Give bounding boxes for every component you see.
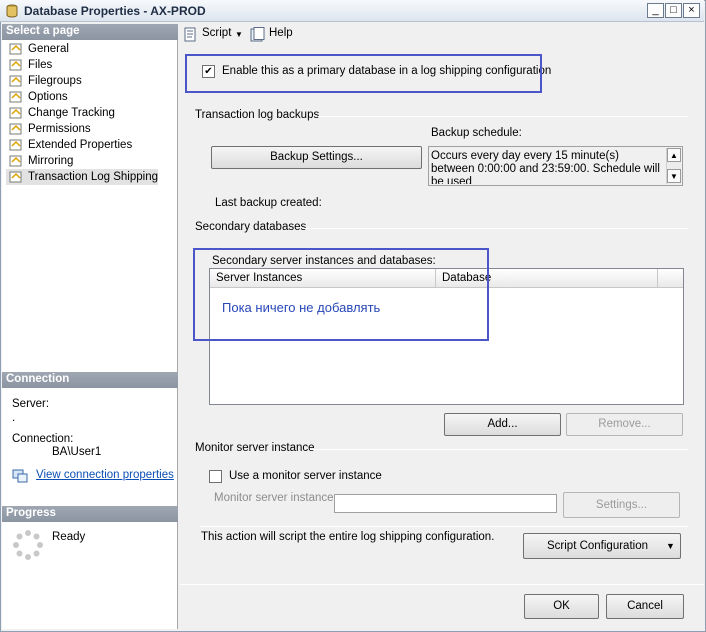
sidebar-item-label: Mirroring — [28, 155, 74, 167]
sidebar-item-label: Options — [28, 91, 68, 103]
connection-label: Connection: — [12, 433, 74, 445]
progress-status: Ready — [52, 531, 86, 543]
schedule-scrollbar[interactable]: ▲ ▼ — [666, 148, 681, 184]
tlog-backups-group-label: Transaction log backups — [195, 109, 320, 121]
help-icon — [250, 27, 265, 42]
bottom-separator — [180, 584, 704, 585]
sidebar-item-files[interactable]: Files — [6, 57, 52, 73]
connection-header: Connection — [2, 372, 178, 388]
sidebar-item-general[interactable]: General — [6, 41, 69, 57]
sidebar-item-label: Transaction Log Shipping — [28, 171, 158, 183]
left-pane: Select a page General Files Filegroups Opti… — [2, 24, 178, 629]
sidebar-item-change-tracking[interactable]: Change Tracking — [6, 105, 115, 121]
backup-schedule-text: Occurs every day every 15 minute(s) betw… — [431, 150, 660, 184]
script-configuration-label: Script Configuration — [547, 540, 648, 552]
cancel-button[interactable]: Cancel — [606, 594, 684, 619]
sidebar-item-label: Change Tracking — [28, 107, 115, 119]
sidebar-item-label: Filegroups — [28, 75, 82, 87]
monitor-server-separator — [310, 449, 688, 450]
script-note-separator — [200, 526, 688, 527]
sidebar-item-transaction-log-shipping[interactable]: Transaction Log Shipping — [6, 169, 158, 185]
sidebar-item-options[interactable]: Options — [6, 89, 68, 105]
monitor-server-group-label: Monitor server instance — [195, 442, 315, 454]
sidebar-item-permissions[interactable]: Permissions — [6, 121, 91, 137]
script-dropdown-icon[interactable]: ▼ — [235, 30, 243, 39]
window-title: Database Properties - AX-PROD — [24, 4, 206, 18]
page-icon — [9, 91, 22, 103]
monitor-settings-button[interactable]: Settings... — [563, 492, 680, 518]
toolbar: Script ▼ Help — [180, 24, 705, 46]
script-note: This action will script the entire log s… — [201, 531, 495, 543]
monitor-instance-label: Monitor server instance — [214, 492, 334, 504]
script-icon — [184, 27, 196, 42]
close-button[interactable]: × — [683, 3, 700, 18]
page-icon — [9, 75, 22, 87]
page-icon — [9, 59, 22, 71]
minimize-button[interactable]: _ — [647, 3, 664, 18]
server-label: Server: — [12, 398, 50, 410]
script-button[interactable]: Script — [202, 27, 231, 39]
script-configuration-button[interactable]: Script Configuration ▼ — [523, 533, 681, 559]
view-connection-properties-link[interactable]: View connection properties — [36, 469, 174, 481]
sidebar-item-filegroups[interactable]: Filegroups — [6, 73, 82, 89]
connection-properties-icon — [12, 469, 28, 483]
use-monitor-label: Use a monitor server instance — [229, 470, 382, 482]
sidebar-item-label: Extended Properties — [28, 139, 133, 151]
ok-button[interactable]: OK — [524, 594, 599, 619]
use-monitor-checkbox[interactable] — [209, 470, 222, 483]
server-value: . — [12, 412, 16, 424]
page-icon — [9, 139, 22, 151]
help-button[interactable]: Help — [269, 27, 293, 39]
scroll-up-button[interactable]: ▲ — [667, 148, 681, 162]
remove-button[interactable]: Remove... — [566, 413, 683, 436]
sidebar-item-label: Permissions — [28, 123, 91, 135]
monitor-instance-input[interactable] — [334, 494, 557, 513]
annotation-box-secondary — [193, 248, 489, 341]
page-icon — [9, 155, 22, 167]
select-page-header: Select a page — [2, 24, 178, 40]
maximize-button[interactable]: □ — [665, 3, 682, 18]
backup-schedule-label: Backup schedule: — [431, 127, 522, 139]
backup-schedule-box: Occurs every day every 15 minute(s) betw… — [428, 146, 683, 186]
secondary-databases-separator — [304, 228, 688, 229]
title-bar[interactable]: Database Properties - AX-PROD _ □ × — [0, 0, 704, 22]
sidebar-item-label: Files — [28, 59, 53, 71]
page-icon — [9, 171, 22, 183]
tlog-backups-separator — [318, 116, 688, 117]
sidebar-item-label: General — [28, 43, 69, 55]
annotation-box-primary — [185, 54, 542, 93]
script-configuration-dropdown-icon[interactable]: ▼ — [666, 534, 675, 558]
database-icon — [6, 4, 18, 18]
last-backup-label: Last backup created: — [215, 197, 322, 209]
connection-value: BA\User1 — [52, 446, 102, 458]
page-icon — [9, 43, 22, 55]
page-icon — [9, 123, 22, 135]
annotation-text: Пока ничего не добавлять — [222, 300, 381, 315]
backup-settings-button[interactable]: Backup Settings... — [211, 146, 422, 169]
add-button[interactable]: Add... — [444, 413, 561, 436]
progress-header: Progress — [2, 506, 178, 522]
scroll-down-button[interactable]: ▼ — [667, 169, 681, 183]
page-icon — [9, 107, 22, 119]
secondary-databases-group-label: Secondary databases — [195, 221, 307, 233]
sidebar-item-mirroring[interactable]: Mirroring — [6, 153, 73, 169]
progress-spinner-icon — [13, 530, 43, 560]
sidebar-item-extended-properties[interactable]: Extended Properties — [6, 137, 132, 153]
